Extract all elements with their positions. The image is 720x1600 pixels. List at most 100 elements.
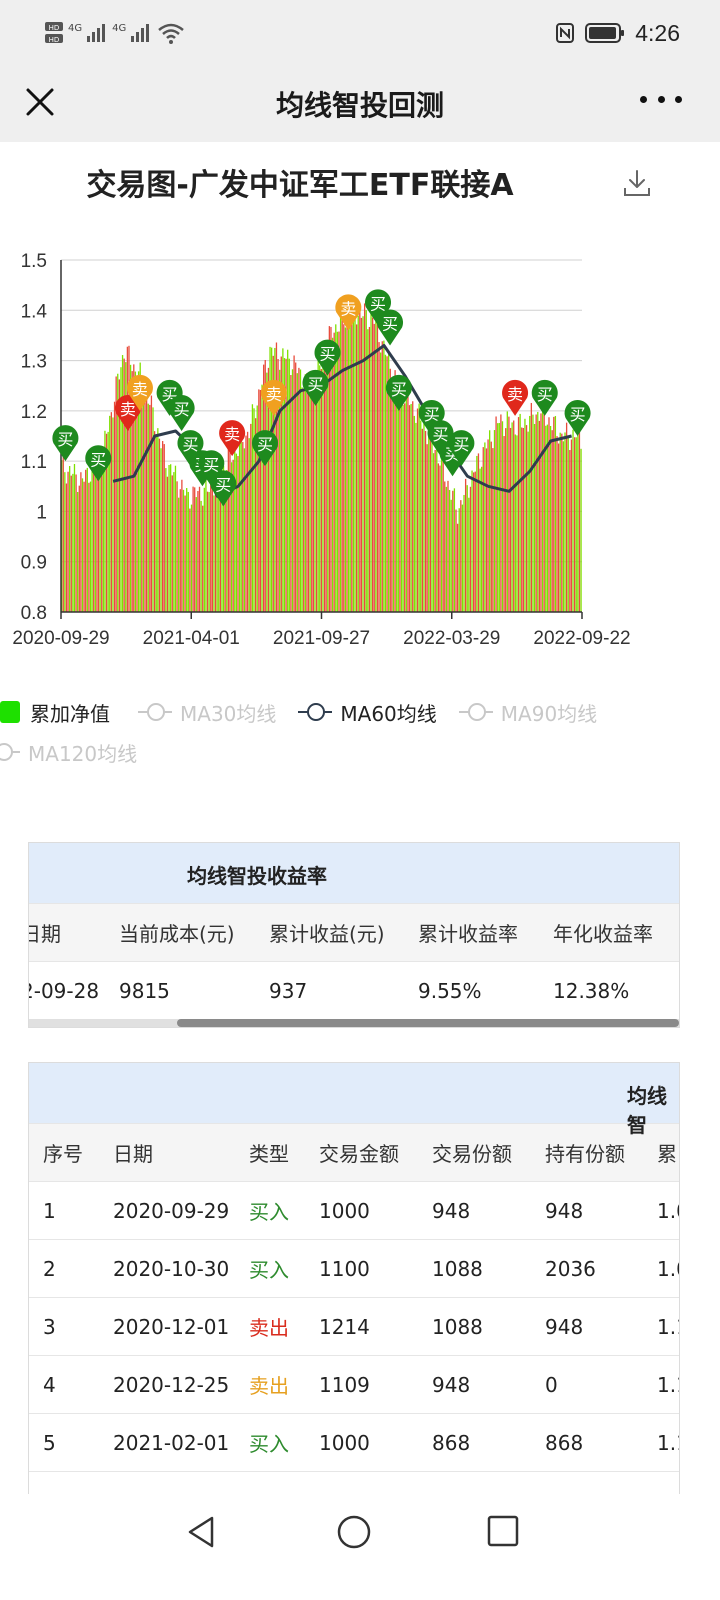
scrollbar-thumb[interactable] xyxy=(177,1019,679,1027)
nav-bar-mark xyxy=(380,352,382,612)
status-bar: HD HD 4G 4G 4:26 xyxy=(0,0,720,68)
legend-item-ma120[interactable]: MA120均线 xyxy=(0,738,137,767)
y-tick-label: 1 xyxy=(36,502,47,523)
trade-chart: 1.5 1.4 1.3 1.2 1.1 1 0.9 0.8 2020-09-29 2021-04-… xyxy=(12,251,630,649)
nav-bar-mark xyxy=(533,423,536,612)
recents-icon[interactable] xyxy=(486,1514,520,1548)
nav-bar-mark xyxy=(70,475,72,612)
cell-amount: 1214 xyxy=(319,1314,370,1339)
col-cost: 当前成本(元) xyxy=(119,922,235,946)
nav-bar-mark xyxy=(445,486,448,612)
signal-label-1: 4G xyxy=(68,22,83,34)
cell-no: 1 xyxy=(43,1198,56,1223)
cell-no: 4 xyxy=(43,1372,56,1397)
summary-table[interactable]: 均线智投收益率 日期 当前成本(元) 累计收益(元) 累计收益率 年化收益率 2… xyxy=(28,842,680,1028)
nav-bar-mark xyxy=(413,415,415,612)
nav-bar-mark xyxy=(541,398,544,612)
trades-title-text: 均线智 xyxy=(627,1084,667,1137)
nav-bar-mark xyxy=(474,471,476,612)
legend-line-icon xyxy=(138,701,172,723)
nav-bar-mark xyxy=(101,467,103,612)
legend-line-icon xyxy=(458,701,493,723)
nav-bar-mark xyxy=(355,324,358,612)
col-date: 日期 xyxy=(29,922,61,946)
nav-bar-mark xyxy=(250,423,252,612)
cell-date: 2020-10-30 xyxy=(113,1256,230,1281)
nav-bar-mark xyxy=(202,505,204,612)
nav-bar-mark xyxy=(513,420,515,612)
col-annual-rate: 年化收益率 xyxy=(553,922,653,946)
nav-bar-mark xyxy=(530,402,533,612)
nav-bar-mark xyxy=(141,378,143,612)
marker-label: 卖 xyxy=(224,425,240,444)
cell-holding: 868 xyxy=(545,1430,584,1455)
nav-bar-mark xyxy=(381,341,383,612)
download-icon[interactable] xyxy=(622,168,652,198)
nav-bar-mark xyxy=(179,489,181,612)
nav-bar-mark xyxy=(357,315,359,612)
nav-bar-mark xyxy=(181,479,183,612)
nav-bar-mark xyxy=(404,403,406,612)
summary-header-row: 日期 当前成本(元) 累计收益(元) 累计收益率 年化收益率 xyxy=(29,903,679,961)
home-icon[interactable] xyxy=(336,1514,372,1550)
cell-annual-rate: 12.38% xyxy=(553,978,630,1003)
nav-bar-mark xyxy=(529,415,531,612)
nav-bar-mark xyxy=(351,308,353,612)
nav-bar-mark xyxy=(509,427,512,612)
marker-label: 买 xyxy=(433,425,449,444)
col-holding: 持有份额 xyxy=(545,1142,625,1166)
signal-label-2: 4G xyxy=(112,22,127,34)
cell-type: 买入 xyxy=(249,1200,289,1224)
system-nav-bar xyxy=(0,1494,720,1600)
marker-label: 买 xyxy=(391,380,407,399)
nav-bar-mark xyxy=(72,473,74,612)
nav-bar-mark xyxy=(394,370,396,612)
nav-bar-mark xyxy=(304,374,306,612)
nav-bar-mark xyxy=(347,314,350,612)
cell-type: 卖出 xyxy=(249,1316,289,1340)
trades-table[interactable]: 均线智 序号 日期 类型 交易金额 交易份额 持有份额 累 1 2020-09-2… xyxy=(28,1062,680,1494)
marker-label: 买 xyxy=(370,294,386,313)
nav-bar-mark xyxy=(153,431,156,612)
nav-bar-mark xyxy=(161,441,164,612)
nav-bar-mark xyxy=(535,414,537,612)
nav-bar-mark xyxy=(142,393,145,612)
legend-item-ma60[interactable]: MA60均线 xyxy=(298,698,437,727)
trades-body: 12020-09-29买入10009489481.022020-10-30买入1… xyxy=(29,1181,679,1494)
nav-bar-mark xyxy=(170,464,172,612)
y-tick-label: 1.2 xyxy=(21,402,47,423)
nav-bar-mark xyxy=(171,475,173,612)
nav-bar-mark xyxy=(448,489,451,612)
horizontal-scrollbar[interactable] xyxy=(29,1019,679,1027)
y-tick-label: 0.8 xyxy=(21,603,47,624)
nav-bar-mark xyxy=(325,360,327,612)
back-icon[interactable] xyxy=(184,1514,220,1550)
nav-bar-mark xyxy=(495,416,497,612)
legend-item-ma90[interactable]: MA90均线 xyxy=(458,698,597,727)
nav-bar-mark xyxy=(205,479,207,612)
nav-bar-mark xyxy=(493,430,496,612)
nav-bar-mark xyxy=(262,364,265,612)
nav-bar-mark xyxy=(306,373,308,612)
nav-bar-mark xyxy=(577,425,579,612)
nav-bar-mark xyxy=(575,437,577,612)
nav-bar-mark xyxy=(311,385,313,612)
more-icon[interactable] xyxy=(640,92,682,106)
nav-bar-mark xyxy=(461,504,464,612)
nav-bar-mark xyxy=(487,439,489,612)
nav-bar-mark xyxy=(147,403,149,612)
nav-bar-mark xyxy=(389,368,391,612)
marker-label: 买 xyxy=(182,435,198,454)
cell-type: 买入 xyxy=(249,1258,289,1282)
marker-label: 买 xyxy=(570,405,586,424)
cell-cum: 1.1 xyxy=(657,1430,679,1455)
legend-item-ma30[interactable]: MA30均线 xyxy=(138,698,276,727)
nav-bar-mark xyxy=(564,432,566,612)
nav-bar-mark xyxy=(453,488,456,612)
nav-bar-mark xyxy=(418,403,420,612)
nav-bar-mark xyxy=(407,390,409,612)
marker-label: 买 xyxy=(215,475,231,494)
signal-icon-2 xyxy=(131,24,150,42)
cell-date: 2020-12-01 xyxy=(113,1314,230,1339)
legend-item-nav[interactable]: 累加净值 xyxy=(0,698,110,727)
